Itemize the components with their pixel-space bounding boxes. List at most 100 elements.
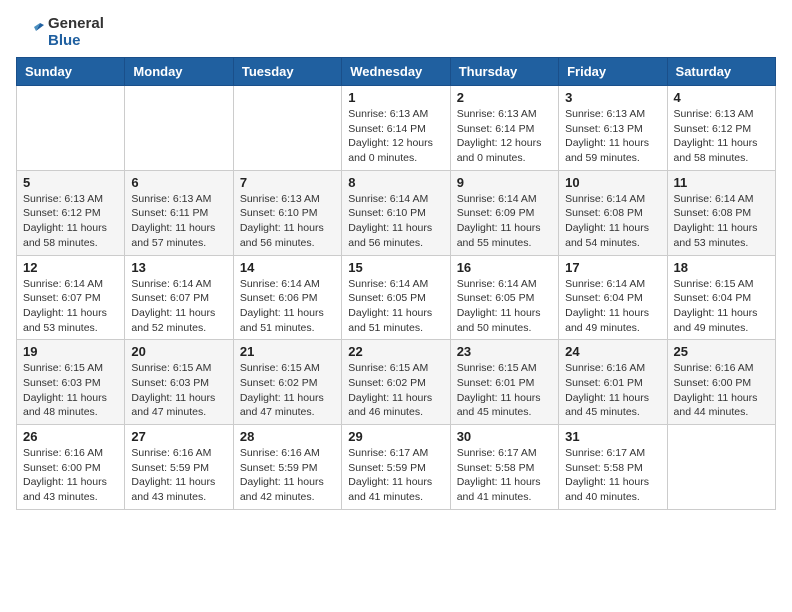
day-number: 7 (240, 175, 335, 190)
day-info: Sunrise: 6:13 AMSunset: 6:14 PMDaylight:… (457, 107, 552, 166)
day-number: 9 (457, 175, 552, 190)
day-number: 27 (131, 429, 226, 444)
day-info: Sunrise: 6:14 AMSunset: 6:07 PMDaylight:… (23, 277, 118, 336)
calendar-cell: 16 Sunrise: 6:14 AMSunset: 6:05 PMDayligh… (450, 255, 558, 340)
calendar-cell: 30Sunrise: 6:17 AMSunset: 5:58 PMDayligh… (450, 425, 558, 510)
day-info: Sunrise: 6:14 AMSunset: 6:05 PMDaylight:… (348, 277, 443, 336)
day-info: Sunrise: 6:16 AMSunset: 5:59 PMDaylight:… (240, 446, 335, 505)
day-info: Sunrise: 6:13 AMSunset: 6:12 PMDaylight:… (674, 107, 769, 166)
day-number: 12 (23, 260, 118, 275)
calendar-cell: 4 Sunrise: 6:13 AMSunset: 6:12 PMDaylight… (667, 86, 775, 171)
day-number: 1 (348, 90, 443, 105)
day-info: Sunrise: 6:13 AMSunset: 6:14 PMDaylight:… (348, 107, 443, 166)
day-info: Sunrise: 6:15 AMSunset: 6:02 PMDaylight:… (348, 361, 443, 420)
day-number: 29 (348, 429, 443, 444)
calendar-cell: 11Sunrise: 6:14 AMSunset: 6:08 PMDayligh… (667, 170, 775, 255)
day-number: 19 (23, 344, 118, 359)
day-info: Sunrise: 6:14 AMSunset: 6:09 PMDaylight:… (457, 192, 552, 251)
calendar-cell: 23 Sunrise: 6:15 AMSunset: 6:01 PMDayligh… (450, 340, 558, 425)
day-number: 2 (457, 90, 552, 105)
weekday-header-sunday: Sunday (17, 58, 125, 86)
day-info: Sunrise: 6:15 AMSunset: 6:01 PMDaylight:… (457, 361, 552, 420)
day-info: Sunrise: 6:14 AMSunset: 6:06 PMDaylight:… (240, 277, 335, 336)
day-info: Sunrise: 6:16 AMSunset: 6:01 PMDaylight:… (565, 361, 660, 420)
calendar-cell: 25 Sunrise: 6:16 AMSunset: 6:00 PMDayligh… (667, 340, 775, 425)
calendar-cell: 21 Sunrise: 6:15 AMSunset: 6:02 PMDayligh… (233, 340, 341, 425)
calendar-cell: 28 Sunrise: 6:16 AMSunset: 5:59 PMDayligh… (233, 425, 341, 510)
day-info: Sunrise: 6:17 AMSunset: 5:58 PMDaylight:… (565, 446, 660, 505)
calendar-cell: 8 Sunrise: 6:14 AMSunset: 6:10 PMDaylight… (342, 170, 450, 255)
week-row-2: 5Sunrise: 6:13 AMSunset: 6:12 PMDaylight… (17, 170, 776, 255)
calendar-cell: 9 Sunrise: 6:14 AMSunset: 6:09 PMDaylight… (450, 170, 558, 255)
weekday-header-monday: Monday (125, 58, 233, 86)
weekday-header-row: SundayMondayTuesdayWednesdayThursdayFrid… (17, 58, 776, 86)
logo-bird-icon (16, 17, 48, 49)
weekday-header-thursday: Thursday (450, 58, 558, 86)
week-row-3: 12 Sunrise: 6:14 AMSunset: 6:07 PMDayligh… (17, 255, 776, 340)
day-info: Sunrise: 6:14 AMSunset: 6:05 PMDaylight:… (457, 277, 552, 336)
day-info: Sunrise: 6:14 AMSunset: 6:07 PMDaylight:… (131, 277, 226, 336)
day-number: 21 (240, 344, 335, 359)
calendar-cell: 12 Sunrise: 6:14 AMSunset: 6:07 PMDayligh… (17, 255, 125, 340)
day-info: Sunrise: 6:15 AMSunset: 6:04 PMDaylight:… (674, 277, 769, 336)
weekday-header-wednesday: Wednesday (342, 58, 450, 86)
day-info: Sunrise: 6:14 AMSunset: 6:08 PMDaylight:… (674, 192, 769, 251)
day-info: Sunrise: 6:17 AMSunset: 5:59 PMDaylight:… (348, 446, 443, 505)
day-number: 6 (131, 175, 226, 190)
day-number: 14 (240, 260, 335, 275)
week-row-1: 1 Sunrise: 6:13 AMSunset: 6:14 PMDaylight… (17, 86, 776, 171)
weekday-header-tuesday: Tuesday (233, 58, 341, 86)
calendar-cell: 24 Sunrise: 6:16 AMSunset: 6:01 PMDayligh… (559, 340, 667, 425)
day-info: Sunrise: 6:16 AMSunset: 6:00 PMDaylight:… (23, 446, 118, 505)
day-info: Sunrise: 6:16 AMSunset: 6:00 PMDaylight:… (674, 361, 769, 420)
calendar-cell (125, 86, 233, 171)
day-number: 26 (23, 429, 118, 444)
day-number: 10 (565, 175, 660, 190)
calendar-cell: 18 Sunrise: 6:15 AMSunset: 6:04 PMDayligh… (667, 255, 775, 340)
day-number: 31 (565, 429, 660, 444)
day-info: Sunrise: 6:17 AMSunset: 5:58 PMDaylight:… (457, 446, 552, 505)
day-number: 13 (131, 260, 226, 275)
day-number: 28 (240, 429, 335, 444)
day-number: 23 (457, 344, 552, 359)
week-row-5: 26 Sunrise: 6:16 AMSunset: 6:00 PMDayligh… (17, 425, 776, 510)
day-info: Sunrise: 6:15 AMSunset: 6:03 PMDaylight:… (131, 361, 226, 420)
calendar-cell: 1 Sunrise: 6:13 AMSunset: 6:14 PMDaylight… (342, 86, 450, 171)
calendar-cell: 29 Sunrise: 6:17 AMSunset: 5:59 PMDayligh… (342, 425, 450, 510)
calendar-cell: 10Sunrise: 6:14 AMSunset: 6:08 PMDayligh… (559, 170, 667, 255)
weekday-header-saturday: Saturday (667, 58, 775, 86)
day-number: 8 (348, 175, 443, 190)
day-number: 25 (674, 344, 769, 359)
calendar-cell: 17Sunrise: 6:14 AMSunset: 6:04 PMDayligh… (559, 255, 667, 340)
day-info: Sunrise: 6:13 AMSunset: 6:10 PMDaylight:… (240, 192, 335, 251)
day-info: Sunrise: 6:14 AMSunset: 6:10 PMDaylight:… (348, 192, 443, 251)
calendar-cell: 15 Sunrise: 6:14 AMSunset: 6:05 PMDayligh… (342, 255, 450, 340)
day-number: 24 (565, 344, 660, 359)
day-number: 16 (457, 260, 552, 275)
weekday-header-friday: Friday (559, 58, 667, 86)
day-number: 5 (23, 175, 118, 190)
day-number: 18 (674, 260, 769, 275)
calendar-cell: 22 Sunrise: 6:15 AMSunset: 6:02 PMDayligh… (342, 340, 450, 425)
calendar-cell (17, 86, 125, 171)
week-row-4: 19 Sunrise: 6:15 AMSunset: 6:03 PMDayligh… (17, 340, 776, 425)
page-header: General Blue (16, 16, 776, 49)
calendar-cell: 26 Sunrise: 6:16 AMSunset: 6:00 PMDayligh… (17, 425, 125, 510)
logo-text-blue: Blue (48, 33, 104, 50)
day-info: Sunrise: 6:15 AMSunset: 6:02 PMDaylight:… (240, 361, 335, 420)
calendar-cell: 20 Sunrise: 6:15 AMSunset: 6:03 PMDayligh… (125, 340, 233, 425)
day-number: 3 (565, 90, 660, 105)
day-number: 20 (131, 344, 226, 359)
calendar-cell: 31 Sunrise: 6:17 AMSunset: 5:58 PMDayligh… (559, 425, 667, 510)
calendar-cell: 3Sunrise: 6:13 AMSunset: 6:13 PMDaylight… (559, 86, 667, 171)
calendar-cell: 14 Sunrise: 6:14 AMSunset: 6:06 PMDayligh… (233, 255, 341, 340)
logo: General Blue (16, 16, 104, 49)
calendar-cell: 27Sunrise: 6:16 AMSunset: 5:59 PMDayligh… (125, 425, 233, 510)
day-number: 15 (348, 260, 443, 275)
day-number: 4 (674, 90, 769, 105)
calendar-cell: 2 Sunrise: 6:13 AMSunset: 6:14 PMDaylight… (450, 86, 558, 171)
day-number: 22 (348, 344, 443, 359)
logo-text-general: General (48, 16, 104, 33)
calendar-cell: 6Sunrise: 6:13 AMSunset: 6:11 PMDaylight… (125, 170, 233, 255)
calendar-cell: 5Sunrise: 6:13 AMSunset: 6:12 PMDaylight… (17, 170, 125, 255)
